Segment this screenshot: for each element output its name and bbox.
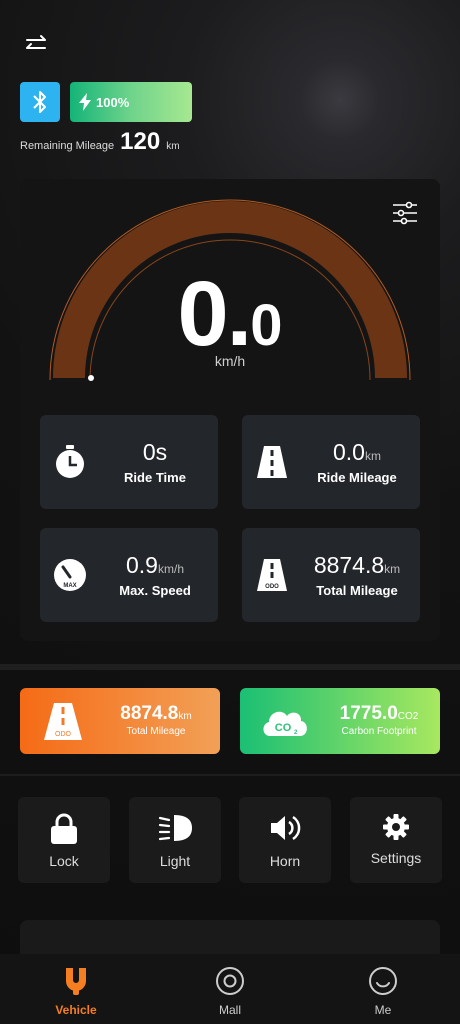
lock-icon (18, 813, 110, 845)
headlight-icon (129, 813, 221, 843)
stat-total-mileage: ODO 8874.8km Total Mileage (242, 528, 420, 622)
bluetooth-icon (33, 91, 46, 113)
control-label: Horn (269, 853, 301, 869)
stat-max-speed: MAX 0.9km/h Max. Speed (40, 528, 218, 622)
remaining-value: 120 (120, 128, 161, 155)
horn-button[interactable]: Horn (239, 797, 331, 883)
remaining-label: Remaining Mileage (20, 140, 115, 152)
road-odo-icon: ODO (42, 702, 84, 747)
settings-button[interactable]: Settings (350, 797, 442, 883)
scooter-icon (16, 966, 136, 996)
stat-label: Total Mileage (316, 583, 398, 598)
stat-label: Ride Time (124, 470, 186, 485)
gauge-needle-dot (88, 375, 94, 381)
control-label: Settings (370, 850, 422, 866)
speed-readout: 0.0 (0, 262, 460, 367)
light-button[interactable]: Light (129, 797, 221, 883)
summary-value: 8874.8km (120, 703, 192, 724)
stat-ride-mileage: 0.0km Ride Mileage (242, 415, 420, 509)
smiley-icon (323, 966, 443, 996)
stat-value: 8874.8km (313, 552, 401, 578)
tab-label: Vehicle (55, 1003, 97, 1017)
stat-ride-time: 0s Ride Time (40, 415, 218, 509)
summary-carbon-footprint: CO 2 1775.0CO2 Carbon Footprint (240, 688, 440, 754)
summary-total-mileage: ODO 8874.8km Total Mileage (20, 688, 220, 754)
bluetooth-button[interactable] (20, 82, 60, 122)
control-label: Light (159, 853, 191, 869)
speed-unit: km/h (214, 353, 246, 369)
control-label: Lock (49, 853, 79, 869)
stat-label: Max. Speed (119, 583, 191, 598)
co2-cloud-icon: CO 2 (260, 704, 310, 743)
stopwatch-icon (53, 444, 87, 480)
remaining-unit: km (166, 141, 180, 152)
gear-icon (350, 813, 442, 841)
remaining-mileage: Remaining Mileage 120 km (20, 128, 180, 156)
sliders-icon[interactable] (392, 200, 418, 226)
tab-me[interactable]: Me (323, 962, 443, 1022)
svg-text:ODO: ODO (55, 731, 72, 738)
tab-label: Mall (218, 1003, 241, 1017)
summary-label: Total Mileage (126, 726, 186, 737)
speedometer-max-icon: MAX (53, 557, 87, 593)
battery-value: 100% (96, 94, 130, 110)
stat-value: 0s (142, 439, 168, 465)
horn-icon (239, 813, 331, 843)
battery-indicator: 100% (70, 82, 192, 122)
lock-button[interactable]: Lock (18, 797, 110, 883)
section-divider (0, 664, 460, 670)
svg-text:ODO: ODO (265, 584, 279, 590)
summary-value: 1775.0CO2 (339, 703, 419, 724)
speed-integer: 0. (177, 263, 253, 365)
speed-decimal: 0 (250, 293, 283, 358)
svg-text:CO: CO (275, 722, 292, 734)
stat-value: 0.0km (333, 439, 381, 465)
section-divider (0, 774, 460, 776)
tab-mall[interactable]: Mall (170, 962, 290, 1022)
tab-vehicle[interactable]: Vehicle (16, 962, 136, 1022)
summary-label: Carbon Footprint (341, 726, 417, 737)
stat-label: Ride Mileage (317, 470, 397, 485)
mall-icon (170, 966, 290, 996)
road-odo-icon: ODO (255, 557, 289, 593)
bolt-icon (79, 93, 91, 111)
road-icon (255, 444, 289, 480)
tab-label: Me (374, 1003, 392, 1017)
swap-arrows-icon[interactable] (24, 32, 50, 56)
stat-value: 0.9km/h (126, 552, 184, 578)
svg-text:MAX: MAX (63, 583, 76, 589)
